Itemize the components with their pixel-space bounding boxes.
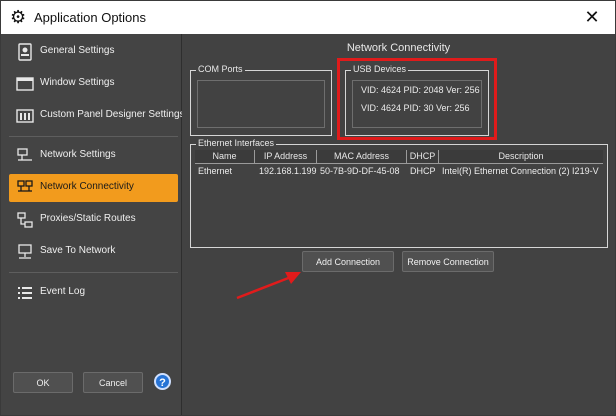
ok-button[interactable]: OK <box>13 372 73 393</box>
ethernet-interfaces-title: Ethernet Interfaces <box>196 138 277 148</box>
general-settings-icon <box>16 43 34 61</box>
table-header: Name IP Address MAC Address DHCP Descrip… <box>195 150 603 164</box>
event-log-icon <box>16 284 34 302</box>
column-header-dhcp[interactable]: DHCP <box>407 150 439 163</box>
com-ports-list[interactable] <box>197 80 325 128</box>
sidebar-item-proxies-static-routes[interactable]: Proxies/Static Routes <box>9 206 178 234</box>
sidebar-item-label: Event Log <box>40 286 86 297</box>
window-icon <box>16 75 34 93</box>
sidebar-item-label: Custom Panel Designer Settings <box>40 109 185 120</box>
panel-designer-icon <box>16 107 34 125</box>
cell-description: Intel(R) Ethernet Connection (2) I219-V <box>442 166 599 176</box>
sidebar: General Settings Window Settings Custom … <box>1 34 185 415</box>
sidebar-item-label: Save To Network <box>40 245 116 256</box>
sidebar-item-label: General Settings <box>40 45 115 56</box>
window-title: Application Options <box>34 10 147 25</box>
sidebar-item-save-to-network[interactable]: Save To Network <box>9 238 178 266</box>
cancel-button[interactable]: Cancel <box>83 372 143 393</box>
sidebar-item-window-settings[interactable]: Window Settings <box>9 70 178 98</box>
help-icon[interactable]: ? <box>154 373 171 390</box>
network-settings-icon <box>16 147 34 165</box>
title-bar: ⚙ Application Options ✕ <box>1 1 615 34</box>
cell-name: Ethernet <box>198 166 233 176</box>
column-header-mac-address[interactable]: MAC Address <box>317 150 407 163</box>
sidebar-divider <box>9 136 178 137</box>
page-title: Network Connectivity <box>346 42 451 54</box>
ethernet-table: Name IP Address MAC Address DHCP Descrip… <box>195 150 603 244</box>
close-button[interactable]: ✕ <box>581 6 603 28</box>
sidebar-item-label: Window Settings <box>40 77 115 88</box>
cell-mac-address: 50-7B-9D-DF-45-08 <box>320 166 400 176</box>
network-connectivity-icon <box>16 179 34 197</box>
column-header-description[interactable]: Description <box>439 150 603 163</box>
ethernet-interfaces-group: Ethernet Interfaces Name IP Address MAC … <box>190 138 608 248</box>
sidebar-item-label: Network Settings <box>40 149 116 160</box>
sidebar-item-network-connectivity[interactable]: Network Connectivity <box>9 174 178 202</box>
sidebar-item-event-log[interactable]: Event Log <box>9 279 178 307</box>
cell-ip-address: 192.168.1.199 <box>259 166 317 176</box>
cell-dhcp: DHCP <box>410 166 436 176</box>
sidebar-item-network-settings[interactable]: Network Settings <box>9 142 178 170</box>
remove-connection-button[interactable]: Remove Connection <box>402 251 494 272</box>
application-options-window: ⚙ Application Options ✕ General Settings… <box>0 0 616 416</box>
gear-icon: ⚙ <box>10 7 27 27</box>
sidebar-item-general-settings[interactable]: General Settings <box>9 38 178 66</box>
column-header-name[interactable]: Name <box>195 150 255 163</box>
com-ports-group: COM Ports <box>190 64 332 136</box>
sidebar-divider <box>9 272 178 273</box>
com-ports-title: COM Ports <box>196 64 245 74</box>
proxies-icon <box>16 211 34 229</box>
sidebar-item-custom-panel-designer[interactable]: Custom Panel Designer Settings <box>9 102 185 130</box>
column-header-ip-address[interactable]: IP Address <box>255 150 317 163</box>
sidebar-item-label: Network Connectivity <box>40 181 134 192</box>
add-connection-button[interactable]: Add Connection <box>302 251 394 272</box>
sidebar-item-label: Proxies/Static Routes <box>40 213 136 224</box>
save-network-icon <box>16 243 34 261</box>
usb-devices-highlight-box <box>337 58 497 140</box>
